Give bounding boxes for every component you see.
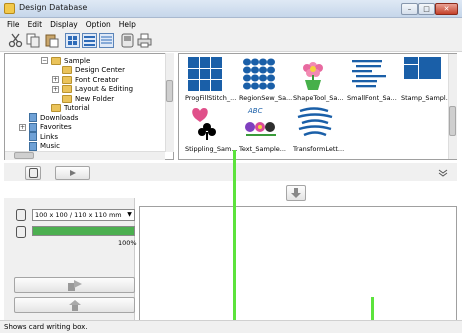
thumbnail-label[interactable]: ProgFillStitch_...: [185, 94, 236, 102]
write-to-card-button[interactable]: [14, 277, 135, 293]
tree-item[interactable]: Music: [19, 141, 60, 152]
window-title: Design Database: [19, 3, 88, 12]
small-text-icon[interactable]: [350, 57, 388, 91]
stamp-icon[interactable]: [404, 57, 442, 87]
copy-icon[interactable]: [26, 33, 41, 48]
thumbnail-label[interactable]: ShapeTool_Sa...: [293, 94, 344, 102]
transfer-down-button[interactable]: [286, 185, 306, 201]
card-size-icon: [16, 209, 26, 221]
card-view-button[interactable]: [25, 166, 41, 180]
menu-bar: File Edit Display Option Help: [0, 18, 462, 30]
menu-option[interactable]: Option: [82, 20, 115, 29]
progress-fill: [33, 227, 134, 235]
read-from-card-button[interactable]: [14, 297, 135, 313]
folder-icon: [62, 75, 72, 84]
folder-icon: [62, 66, 72, 74]
collapse-icon[interactable]: [432, 166, 454, 180]
thumbnail-label[interactable]: Stamp_Sampl...: [401, 94, 452, 102]
thumbnail-label[interactable]: RegionSew_Sa...: [239, 94, 292, 102]
menu-file[interactable]: File: [3, 20, 24, 29]
folder-icon: [62, 94, 72, 103]
thumbnail-label[interactable]: Text_Sample...: [239, 145, 286, 153]
tree-vertical-scrollbar[interactable]: [165, 53, 174, 152]
text-flowers-icon[interactable]: ABC: [242, 105, 282, 141]
expander-icon[interactable]: +: [19, 123, 26, 131]
grid-pattern-icon[interactable]: [188, 57, 222, 93]
menu-help[interactable]: Help: [115, 20, 140, 29]
circle-pattern-icon[interactable]: [242, 57, 276, 93]
expander-icon[interactable]: +: [52, 85, 59, 93]
tree-item-label: Font Creator: [75, 75, 119, 84]
tree-item-label: Downloads: [40, 113, 79, 122]
folder-icon: [51, 104, 61, 112]
heart-club-icon[interactable]: [188, 105, 218, 143]
green-marker-line: [233, 150, 236, 333]
paste-icon[interactable]: [44, 33, 59, 48]
library-icon: [29, 141, 37, 151]
folder-icon: [51, 56, 61, 65]
tree-hscroll-thumb[interactable]: [14, 152, 34, 159]
flower-pot-icon[interactable]: [296, 57, 330, 93]
expander-icon[interactable]: −: [41, 57, 48, 64]
status-bar: Shows card writing box.: [0, 320, 462, 333]
details-view-icon[interactable]: [99, 33, 114, 48]
thumbnail-label[interactable]: Stippling_Sam...: [185, 145, 237, 153]
menu-edit[interactable]: Edit: [24, 20, 47, 29]
tree-item-label: New Folder: [75, 94, 115, 103]
menu-display[interactable]: Display: [46, 20, 82, 29]
maximize-button[interactable]: □: [418, 3, 435, 15]
card-tab-button[interactable]: [55, 166, 90, 180]
print-icon[interactable]: [137, 33, 152, 48]
close-button[interactable]: ✕: [435, 3, 458, 15]
tree-item-label: Layout & Editing: [75, 85, 134, 93]
card-contents-area[interactable]: [139, 206, 457, 322]
tree-item-label: Favorites: [40, 123, 72, 131]
tree-item-label: Links: [40, 132, 58, 141]
expander-icon[interactable]: +: [52, 76, 59, 83]
tree-item-label: Tutorial: [64, 104, 90, 112]
tree-scroll-thumb[interactable]: [166, 80, 173, 102]
thumbnail-label[interactable]: SmallFont_Sa...: [347, 94, 397, 102]
progress-percent: 100%: [118, 239, 137, 247]
card-write-icon: [16, 226, 26, 238]
large-icons-view-icon[interactable]: [65, 33, 80, 48]
thumbnail-label[interactable]: TransformLett...: [293, 145, 344, 153]
card-size-select[interactable]: 100 x 100 / 110 x 110 mm: [32, 209, 135, 221]
tree-item-label: Design Center: [75, 66, 125, 74]
cut-icon[interactable]: [8, 33, 23, 48]
thumbnail-scroll-thumb[interactable]: [449, 106, 456, 136]
medium-icons-view-icon[interactable]: [82, 33, 97, 48]
svg-text:ABC: ABC: [247, 107, 263, 115]
card-icon[interactable]: [120, 33, 135, 48]
tree-item-label: Sample: [64, 56, 91, 65]
transform-letters-icon[interactable]: [296, 105, 336, 141]
chevron-down-icon[interactable]: ▼: [125, 210, 134, 220]
minimize-button[interactable]: –: [401, 3, 418, 15]
app-icon: [4, 3, 15, 14]
tree-item-label: Music: [40, 142, 60, 150]
folder-icon: [62, 85, 72, 93]
